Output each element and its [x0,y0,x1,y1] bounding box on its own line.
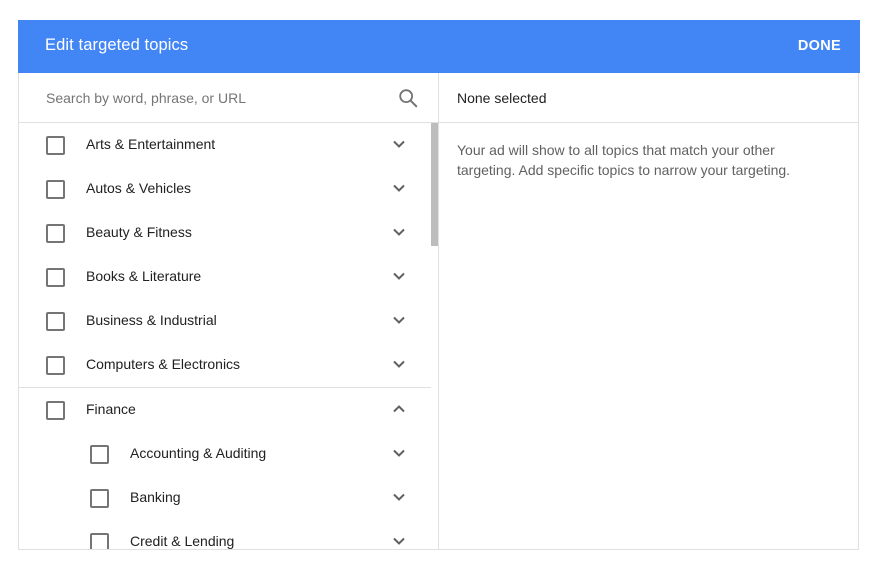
topic-list: Arts & Entertainment Autos & Vehicles Be… [19,123,431,549]
topic-label: Arts & Entertainment [86,136,216,152]
topic-row[interactable]: Autos & Vehicles [19,167,431,211]
dialog-header: Edit targeted topics DONE [18,20,860,73]
chevron-down-icon[interactable] [391,312,407,328]
topic-row-expanded[interactable]: Finance [19,388,431,432]
topic-row[interactable]: Books & Literature [19,255,431,299]
search-bar [19,73,438,123]
edit-topics-dialog: Edit targeted topics DONE Arts & Enterta… [18,20,860,550]
chevron-down-icon[interactable] [391,268,407,284]
topics-panel: Arts & Entertainment Autos & Vehicles Be… [19,73,439,549]
topic-row[interactable]: Business & Industrial [19,299,431,343]
checkbox[interactable] [90,445,109,464]
topic-label: Finance [86,401,136,417]
done-button[interactable]: DONE [798,38,841,54]
scrollbar-thumb[interactable] [431,123,438,246]
chevron-down-icon[interactable] [391,489,407,505]
checkbox[interactable] [90,489,109,508]
chevron-down-icon[interactable] [391,356,407,372]
selected-header: None selected [439,73,859,123]
chevron-down-icon[interactable] [391,445,407,461]
checkbox[interactable] [46,180,65,199]
scrollbar[interactable] [431,123,438,549]
checkbox[interactable] [90,533,109,549]
topic-label: Banking [130,489,181,505]
topic-label: Autos & Vehicles [86,180,192,196]
chevron-down-icon[interactable] [391,180,407,196]
topic-row[interactable]: Arts & Entertainment [19,123,431,167]
search-icon[interactable] [397,87,419,109]
checkbox[interactable] [46,401,65,420]
checkbox[interactable] [46,136,65,155]
dialog-title: Edit targeted topics [45,36,189,54]
subtopic-row[interactable]: Banking [19,476,431,520]
chevron-down-icon[interactable] [391,533,407,549]
subtopic-row[interactable]: Accounting & Auditing [19,432,431,476]
chevron-down-icon[interactable] [391,224,407,240]
topic-label: Credit & Lending [130,533,235,549]
topic-label: Computers & Electronics [86,356,241,372]
checkbox[interactable] [46,268,65,287]
topic-label: Accounting & Auditing [130,445,267,461]
topic-row[interactable]: Beauty & Fitness [19,211,431,255]
selected-panel: None selected Your ad will show to all t… [439,73,859,549]
selected-status: None selected [457,90,547,106]
topic-label: Books & Literature [86,268,202,284]
checkbox[interactable] [46,224,65,243]
chevron-up-icon[interactable] [391,401,407,417]
chevron-down-icon[interactable] [391,136,407,152]
topic-label: Business & Industrial [86,312,217,328]
checkbox[interactable] [46,312,65,331]
topic-label: Beauty & Fitness [86,224,192,240]
subtopic-row[interactable]: Credit & Lending [19,520,431,549]
info-text: Your ad will show to all topics that mat… [457,142,791,178]
topic-row[interactable]: Computers & Electronics [19,343,431,387]
checkbox[interactable] [46,356,65,375]
search-input[interactable] [46,87,376,109]
